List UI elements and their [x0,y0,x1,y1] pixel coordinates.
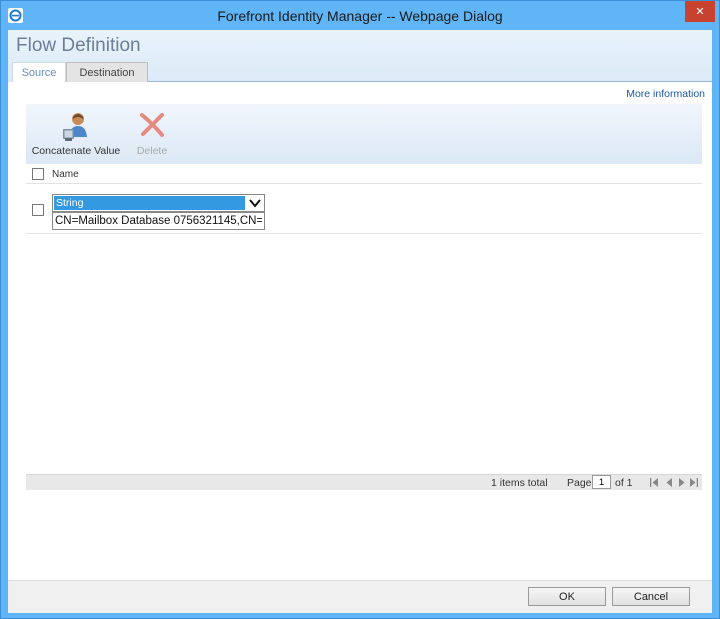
tab-destination[interactable]: Destination [66,62,148,82]
ok-button[interactable]: OK [528,587,606,606]
delete-x-icon [140,113,164,137]
chevron-down-icon [249,199,261,208]
tab-divider [148,81,712,82]
toolbar: Concatenate Value Delete [26,104,702,164]
column-header-name[interactable]: Name [52,169,79,180]
title-bar[interactable]: Forefront Identity Manager -- Webpage Di… [1,1,719,30]
previous-page-icon[interactable] [664,477,674,488]
close-button[interactable]: ✕ [685,1,715,22]
tab-source[interactable]: Source [12,62,66,82]
delete-button[interactable]: Delete [130,104,174,164]
value-type-select[interactable]: String [52,194,265,212]
cancel-button[interactable]: Cancel [612,587,690,606]
window-title: Forefront Identity Manager -- Webpage Di… [217,8,503,24]
page-label: Page [567,477,592,489]
more-information-link[interactable]: More information [626,88,705,100]
last-page-icon[interactable] [689,477,699,488]
header-band: Flow Definition Source Destination [8,30,712,82]
grid-header: Name [26,166,702,184]
dialog-content: Flow Definition Source Destination More … [8,30,712,613]
next-page-icon[interactable] [677,477,687,488]
concatenate-user-icon [63,113,87,141]
close-icon: ✕ [695,6,705,18]
delete-label: Delete [136,145,168,157]
dialog-footer: OK Cancel [8,580,712,613]
selected-type: String [54,196,245,210]
first-page-icon[interactable] [649,477,659,488]
pager-bar: 1 items total Page of 1 [26,474,702,490]
items-total: 1 items total [491,477,548,489]
page-title: Flow Definition [16,35,141,56]
select-all-checkbox[interactable] [32,168,44,180]
value-input[interactable] [52,212,265,230]
page-number-input[interactable] [592,475,611,489]
concatenate-value-button[interactable]: Concatenate Value [30,104,122,164]
concatenate-value-label: Concatenate Value [31,145,121,157]
table-row: String [26,185,702,234]
dialog-window: Forefront Identity Manager -- Webpage Di… [0,0,720,619]
page-count: of 1 [615,477,633,489]
row-checkbox[interactable] [32,204,44,216]
